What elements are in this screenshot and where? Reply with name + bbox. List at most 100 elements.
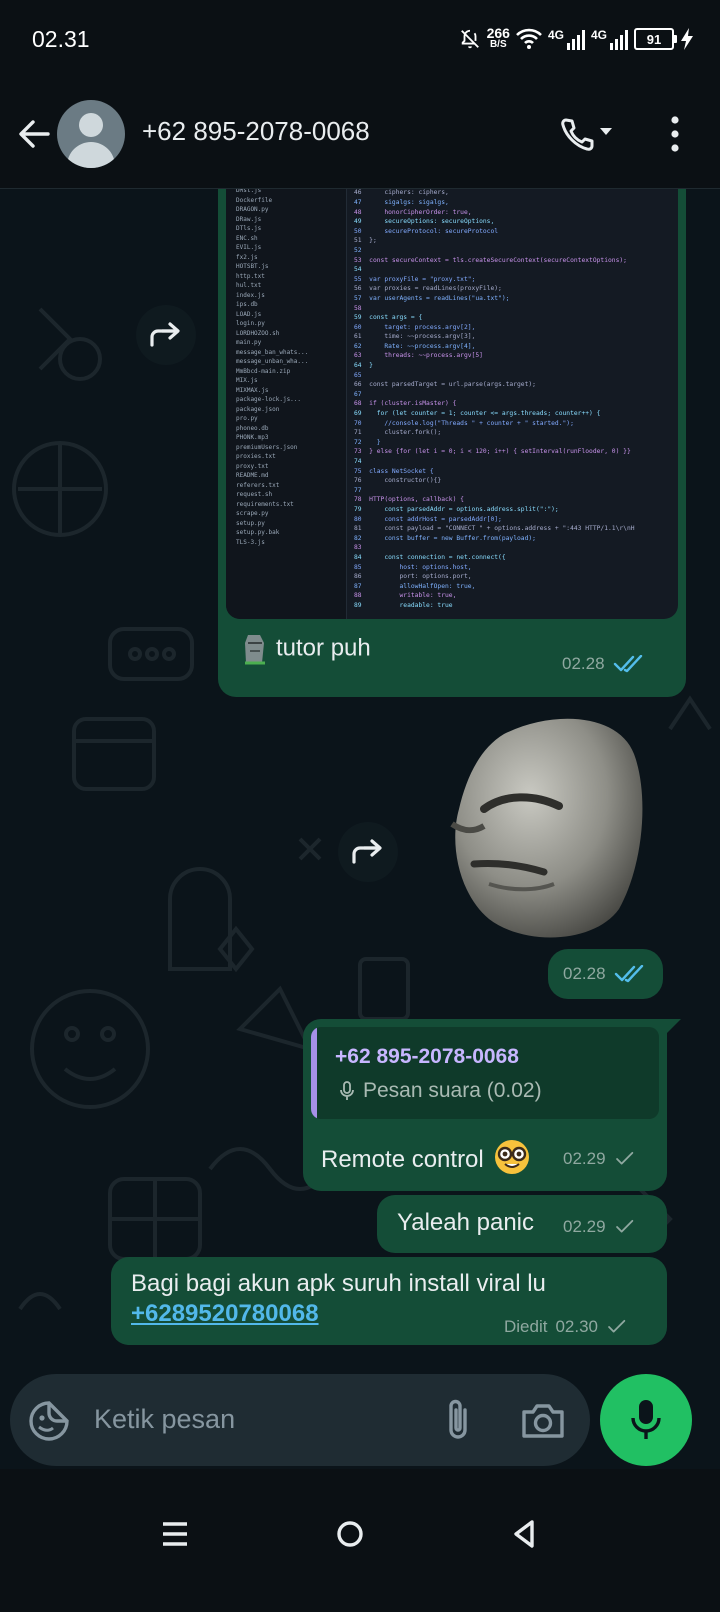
moai-emoji <box>245 635 265 665</box>
camera-icon[interactable] <box>520 1398 566 1442</box>
file-tree-item: premiumUsers.json <box>236 443 298 451</box>
text-message[interactable]: Bagi bagi akun apk suruh install viral l… <box>111 1257 667 1345</box>
file-tree-item: HOTSBT.js <box>236 263 269 270</box>
code-line: 72 } <box>354 438 381 446</box>
code-line: 86 port: options.port, <box>354 573 472 581</box>
code-line: 58 <box>354 304 362 312</box>
code-line: 52 <box>354 246 362 254</box>
charging-icon <box>681 28 693 50</box>
image-message[interactable]: DDOS_GAME.jsDDOS_TELEGRAM.jsDDOS.shDHttp… <box>218 189 686 697</box>
message-text: Bagi bagi akun apk suruh install viral l… <box>131 1270 546 1329</box>
file-tree-item: setup.py.bak <box>236 529 280 536</box>
file-tree-item: fx2.js <box>236 253 258 261</box>
code-line: 79 const parsedAddr = options.address.sp… <box>354 505 559 513</box>
quote-accent-bar <box>311 1027 317 1119</box>
code-line: 56 var proxies = readLines(proxyFile); <box>354 285 502 293</box>
code-line: 62 Rate: ~~process.argv[4], <box>354 342 476 350</box>
code-line: 68 if (cluster.isMaster) { <box>354 400 457 408</box>
voice-record-button[interactable] <box>600 1374 692 1466</box>
code-line: 88 writable: true, <box>354 592 457 600</box>
network-rate: 266 B/S <box>486 25 510 50</box>
file-tree-item: main.py <box>236 339 262 346</box>
file-tree-item: Dockerfile <box>236 196 273 204</box>
file-tree-item: LORDHOZOO.sh <box>236 329 280 337</box>
code-line: 84 const connection = net.connect({ <box>354 553 506 561</box>
battery-indicator: 91 <box>634 28 677 50</box>
message-time: 02.28 <box>562 654 605 673</box>
quoted-text: Pesan suara (0.02) <box>339 1079 542 1103</box>
code-line: 47 sigalgs: sigalgs, <box>354 198 449 206</box>
phone-link[interactable]: +6289520780068 <box>131 1299 546 1329</box>
code-line: 85 host: options.host, <box>354 563 472 571</box>
file-tree-item: request.sh <box>236 491 273 498</box>
code-line: 87 allowHalfOpen: true, <box>354 582 476 590</box>
back-arrow-icon[interactable] <box>14 114 54 154</box>
voice-call-icon[interactable] <box>558 112 618 156</box>
attach-icon[interactable] <box>438 1396 478 1444</box>
read-receipt-icon <box>614 965 643 983</box>
message-text: Yaleah panic <box>397 1209 534 1236</box>
edited-label: Diedit <box>504 1317 548 1336</box>
file-tree-item: referers.txt <box>236 481 280 489</box>
code-line: 60 target: process.argv[2], <box>354 323 476 331</box>
forward-button[interactable] <box>136 305 196 365</box>
message-time: 02.29 <box>563 1217 606 1236</box>
code-line: 71 cluster.fork(); <box>354 429 442 437</box>
text-message[interactable]: Yaleah panic 02.29 <box>377 1195 667 1253</box>
file-tree-item: README.md <box>236 472 269 479</box>
file-tree-item: setup.py <box>236 519 265 527</box>
code-line: 69 for (let counter = 1; counter <= args… <box>354 410 601 418</box>
code-line: 55 var proxyFile = "proxy.txt"; <box>354 275 476 283</box>
forward-button[interactable] <box>338 822 398 882</box>
file-tree-item: ips.db <box>236 301 258 308</box>
file-tree-item: ENC.sh <box>236 234 258 242</box>
file-tree-item: http.txt <box>236 272 265 280</box>
message-time: 02.29 <box>563 1149 606 1168</box>
sent-check-icon <box>615 1151 633 1165</box>
contact-name[interactable]: +62 895-2078-0068 <box>142 116 370 147</box>
back-nav-icon[interactable] <box>494 1504 554 1564</box>
avatar[interactable] <box>57 100 125 168</box>
message-time: 02.28 <box>563 964 606 983</box>
message-meta: 02.29 <box>563 1149 640 1169</box>
quoted-message[interactable]: +62 895-2078-0068 Pesan suara (0.02) <box>311 1027 659 1119</box>
code-line: 65 <box>354 371 362 379</box>
code-line: 64 } <box>354 362 373 370</box>
code-line: 77 <box>354 486 362 494</box>
code-line: 74 <box>354 458 362 465</box>
wifi-icon <box>516 28 542 49</box>
more-options-icon[interactable] <box>660 112 690 156</box>
file-tree-item: MIXMAX.js <box>236 386 269 394</box>
code-line: 76 constructor(){} <box>354 477 442 485</box>
message-meta: Diedit 02.30 <box>504 1317 632 1337</box>
mute-notifications-icon <box>460 29 479 49</box>
message-input[interactable]: Ketik pesan <box>94 1404 235 1435</box>
code-line: 81 const payload = "CONNECT " + options.… <box>354 525 635 533</box>
code-line: 49 secureOptions: secureOptions, <box>354 218 495 226</box>
moai-sticker[interactable] <box>444 714 654 944</box>
read-receipt-icon <box>613 655 642 673</box>
code-line: 51 }; <box>354 237 377 245</box>
code-screenshot-image[interactable]: DDOS_GAME.jsDDOS_TELEGRAM.jsDDOS.shDHttp… <box>226 189 678 619</box>
reply-message[interactable]: +62 895-2078-0068 Pesan suara (0.02) Rem… <box>303 1019 681 1191</box>
signal-strength-1: 4G <box>548 28 585 50</box>
code-line: 63 threads: ~~process.argv[5] <box>354 352 483 360</box>
file-tree-item: MIX.js <box>236 377 258 384</box>
sticker-icon[interactable] <box>28 1400 70 1442</box>
file-tree-item: EVIL.js <box>236 244 262 251</box>
code-line: 78 HTTP(options, callback) { <box>354 496 464 504</box>
code-line: 66 const parsedTarget = url.parse(args.t… <box>354 381 536 389</box>
chat-header: +62 895-2078-0068 <box>0 80 720 189</box>
code-line: 89 readable: true <box>354 601 453 609</box>
home-icon[interactable] <box>320 1504 380 1564</box>
chat-area[interactable]: DDOS_GAME.jsDDOS_TELEGRAM.jsDDOS.shDHttp… <box>0 189 720 1469</box>
file-tree: DDOS_GAME.jsDDOS_TELEGRAM.jsDDOS.shDHttp… <box>226 189 347 619</box>
recent-apps-icon[interactable] <box>145 1504 205 1564</box>
code-line: 82 const buffer = new Buffer.from(payloa… <box>354 534 536 542</box>
file-tree-item: pro.py <box>236 415 258 422</box>
code-line: 53 const secureContext = tls.createSecur… <box>354 256 627 264</box>
code-line: 54 <box>354 266 362 274</box>
file-tree-item: DMst.js <box>236 189 262 194</box>
status-time: 02.31 <box>32 26 90 52</box>
sent-check-icon <box>615 1219 633 1233</box>
